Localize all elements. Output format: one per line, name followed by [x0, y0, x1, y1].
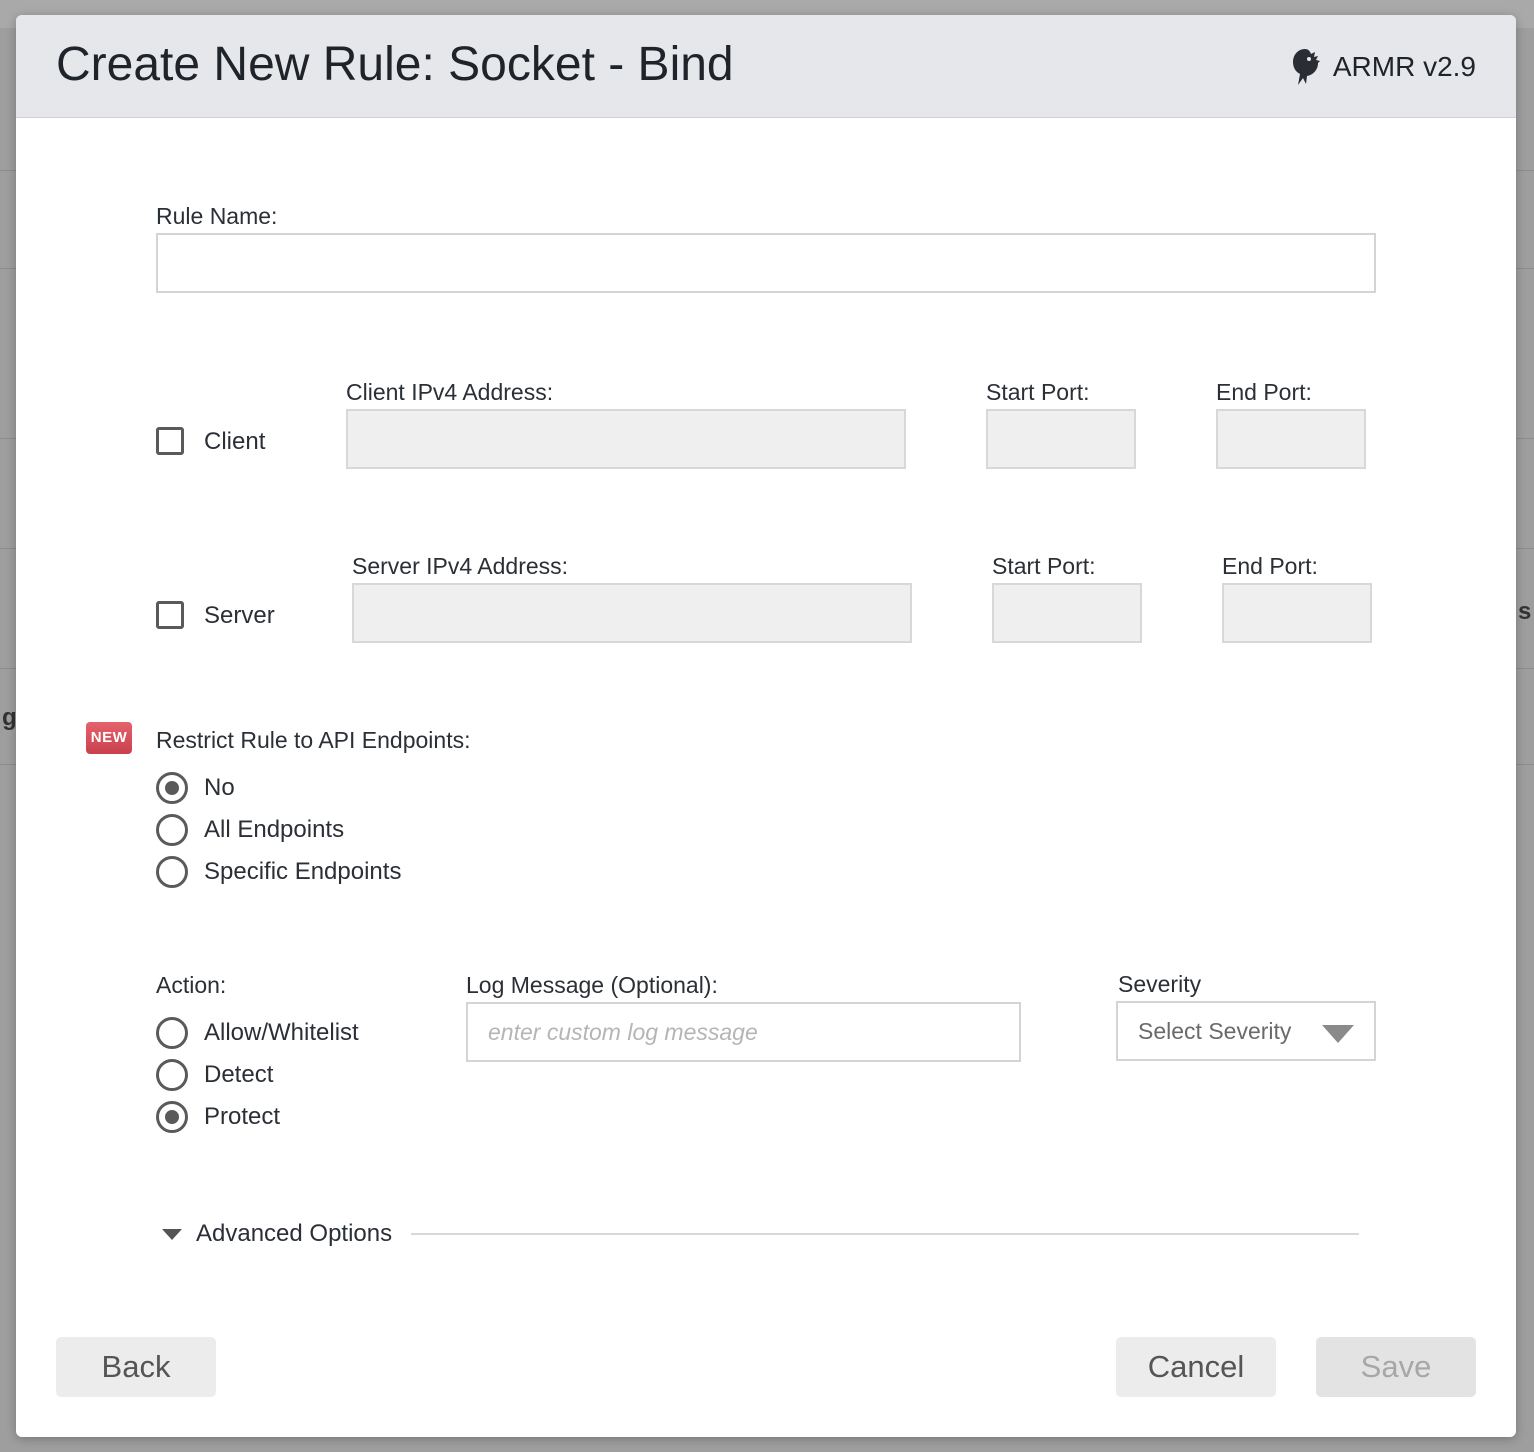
action-detect-radio[interactable] — [156, 1059, 188, 1091]
server-address-input[interactable] — [352, 583, 912, 643]
restrict-all-endpoints-label: All Endpoints — [204, 816, 345, 843]
cancel-button[interactable]: Cancel — [1116, 1337, 1276, 1397]
log-message-label: Log Message (Optional): — [466, 972, 718, 998]
caret-down-icon — [1322, 1025, 1354, 1043]
brand: ARMR v2.9 — [1289, 47, 1476, 87]
client-checkbox-label: Client — [204, 428, 266, 455]
rule-name-input[interactable] — [156, 233, 1376, 293]
dragon-logo-icon — [1289, 47, 1321, 87]
client-checkbox[interactable] — [156, 427, 184, 455]
back-button[interactable]: Back — [56, 1337, 216, 1397]
client-address-input[interactable] — [346, 409, 906, 469]
modal-header: Create New Rule: Socket - Bind ARMR v2.9 — [16, 15, 1516, 118]
background-text: g — [2, 704, 17, 731]
create-rule-modal: Create New Rule: Socket - Bind ARMR v2.9… — [16, 15, 1516, 1437]
client-start-port-input[interactable] — [986, 409, 1136, 469]
background-text: s — [1518, 598, 1532, 625]
version-label: ARMR v2.9 — [1332, 51, 1476, 82]
rule-name-label: Rule Name: — [156, 203, 278, 229]
action-protect-label: Protect — [204, 1103, 281, 1130]
client-end-port-label: End Port: — [1216, 379, 1312, 405]
action-detect-label: Detect — [204, 1061, 274, 1088]
client-end-port-input[interactable] — [1216, 409, 1366, 469]
restrict-all-endpoints-radio[interactable] — [156, 814, 188, 846]
client-address-label: Client IPv4 Address: — [346, 379, 554, 405]
advanced-options-toggle[interactable]: Advanced Options — [196, 1220, 392, 1248]
server-address-label: Server IPv4 Address: — [352, 553, 569, 579]
modal-title: Create New Rule: Socket - Bind — [56, 38, 734, 91]
severity-selected-value: Select Severity — [1138, 1018, 1292, 1044]
restrict-no-label: No — [204, 774, 235, 801]
server-end-port-input[interactable] — [1222, 583, 1372, 643]
restrict-specific-endpoints-radio[interactable] — [156, 856, 188, 888]
server-start-port-label: Start Port: — [992, 553, 1096, 579]
client-start-port-label: Start Port: — [986, 379, 1090, 405]
server-end-port-label: End Port: — [1222, 553, 1318, 579]
action-allow-radio[interactable] — [156, 1017, 188, 1049]
log-message-input[interactable] — [466, 1002, 1021, 1062]
restrict-endpoints-label: Restrict Rule to API Endpoints: — [156, 727, 471, 753]
new-badge: NEW — [86, 722, 132, 754]
severity-select[interactable]: Select Severity — [1116, 1001, 1376, 1061]
severity-label: Severity — [1118, 971, 1202, 997]
caret-down-icon[interactable] — [162, 1229, 182, 1240]
save-button[interactable]: Save — [1316, 1337, 1476, 1397]
server-start-port-input[interactable] — [992, 583, 1142, 643]
restrict-no-radio[interactable] — [156, 772, 188, 804]
action-protect-radio[interactable] — [156, 1101, 188, 1133]
restrict-specific-endpoints-label: Specific Endpoints — [204, 858, 402, 885]
server-checkbox-label: Server — [204, 602, 275, 629]
server-checkbox[interactable] — [156, 601, 184, 629]
action-allow-label: Allow/Whitelist — [204, 1019, 359, 1046]
advanced-options-divider — [411, 1233, 1359, 1235]
action-label: Action: — [156, 972, 227, 998]
